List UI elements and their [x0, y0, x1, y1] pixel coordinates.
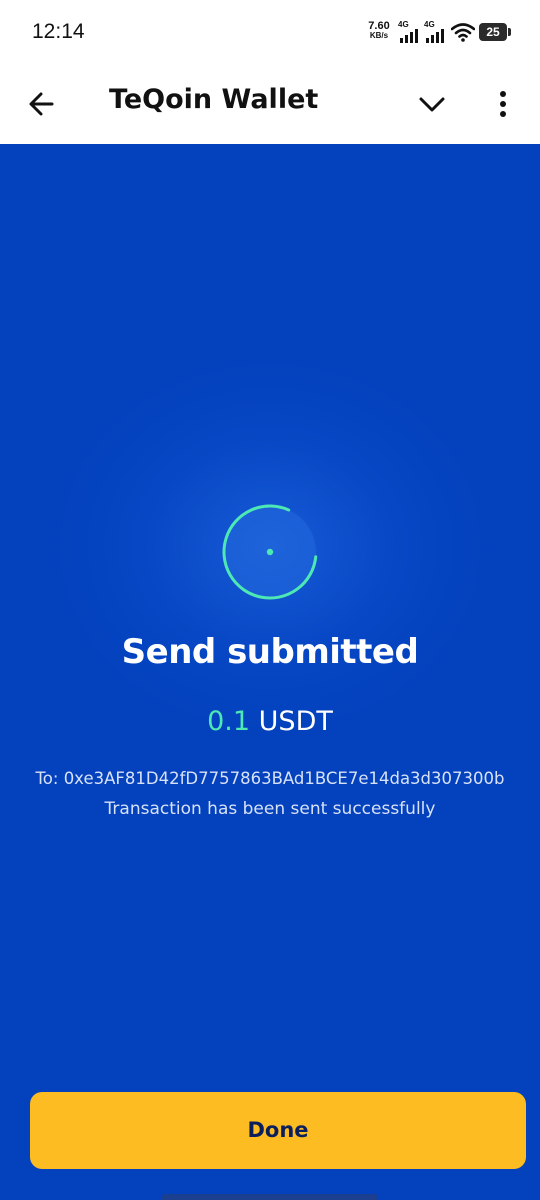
wifi-icon [451, 23, 475, 42]
battery-icon: 25 [479, 23, 511, 41]
wallet-dropdown-button[interactable] [414, 88, 450, 120]
network-speed-unit: KB/s [369, 31, 389, 40]
back-button[interactable] [24, 86, 60, 122]
status-bar: 12:14 7.60 KB/s 4G 4G 25 [0, 0, 540, 66]
home-indicator [162, 1194, 378, 1200]
status-message: Transaction has been sent successfully [104, 799, 436, 819]
more-options-button[interactable] [490, 86, 516, 122]
confirmation-screen: Send submitted 0.1 USDT To: 0xe3AF81D42f… [0, 144, 540, 1200]
network-speed-value: 7.60 [368, 20, 390, 32]
status-time: 12:14 [32, 20, 85, 43]
page-title: TeQoin Wallet [109, 84, 319, 115]
signal-4g-icon: 4G [398, 20, 420, 44]
back-arrow-icon [29, 92, 54, 116]
signal-4g-icon: 4G [424, 20, 446, 44]
more-vertical-icon [500, 91, 506, 117]
done-button[interactable]: Done [30, 1092, 526, 1169]
pending-spinner-icon [222, 504, 318, 600]
app-header: TeQoin Wallet [0, 66, 540, 144]
amount-value: 0.1 [207, 706, 251, 737]
status-headline: Send submitted [121, 632, 419, 672]
sent-amount: 0.1 USDT [0, 706, 540, 737]
amount-currency: USDT [258, 706, 333, 737]
network-speed-indicator: 7.60 KB/s [366, 21, 392, 41]
recipient-line: To: 0xe3AF81D42fD7757863BAd1BCE7e14da3d3… [0, 769, 540, 788]
recipient-label: To: [35, 769, 59, 788]
chevron-down-icon [419, 97, 445, 112]
recipient-address: 0xe3AF81D42fD7757863BAd1BCE7e14da3d30730… [63, 769, 505, 788]
